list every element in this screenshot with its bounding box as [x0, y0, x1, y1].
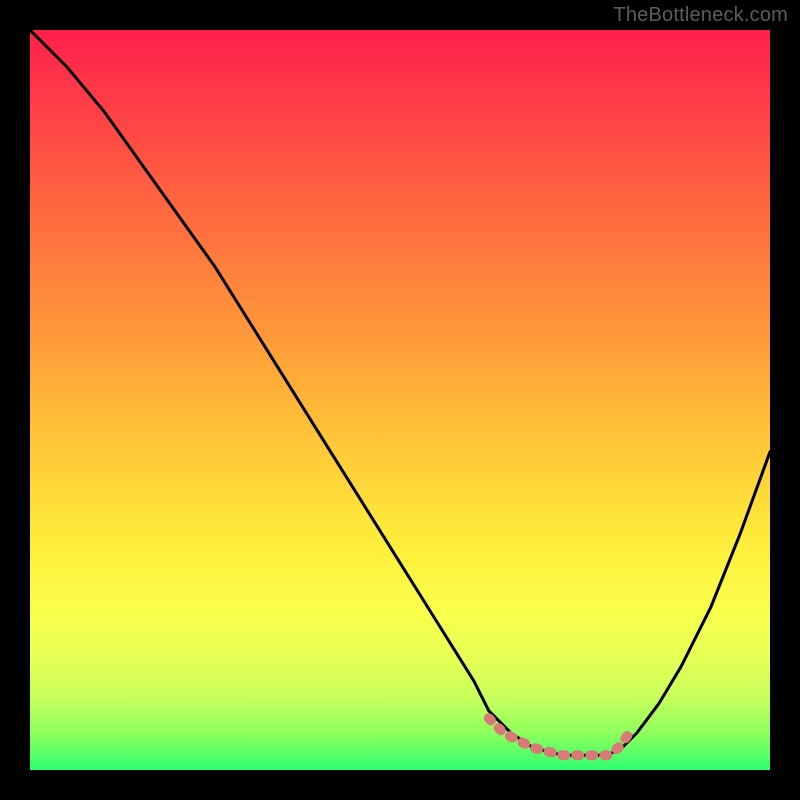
watermark-text: TheBottleneck.com: [613, 4, 788, 27]
chart-frame: TheBottleneck.com: [0, 0, 800, 800]
optimal-band-marker: [489, 718, 630, 755]
curve-layer: [30, 30, 770, 770]
plot-area: [30, 30, 770, 770]
bottleneck-curve: [30, 30, 770, 755]
